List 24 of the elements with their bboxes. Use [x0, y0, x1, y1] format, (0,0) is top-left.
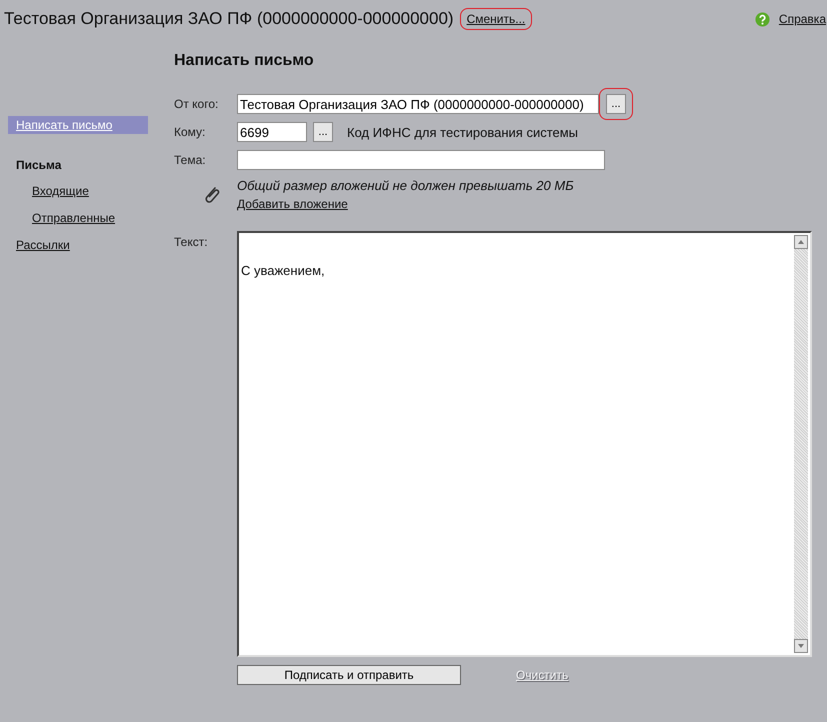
field-label: Текст: — [174, 235, 209, 249]
subject-field[interactable] — [237, 150, 605, 170]
sidebar-link[interactable]: Отправленные — [8, 209, 174, 227]
change-link[interactable]: Сменить... — [460, 8, 532, 30]
sidebar-heading: Письма — [15, 157, 62, 174]
sidebar-link[interactable]: Входящие — [8, 182, 174, 200]
field-label: Тема: — [174, 153, 207, 167]
add-attachment-link[interactable]: Добавить вложение — [237, 197, 348, 211]
scroll-down-icon[interactable] — [794, 639, 808, 653]
form-title: Написать письмо — [174, 52, 315, 70]
sign-and-send-button[interactable]: Подписать и отправить — [237, 665, 461, 685]
browse-button[interactable]: ... — [606, 94, 626, 114]
recipient-field[interactable]: 6699 — [237, 122, 307, 142]
field-label: От кого: — [174, 97, 220, 111]
help-link[interactable]: Справка — [772, 8, 827, 30]
organization-title: Тестовая Организация ЗАО ПФ (0000000000-000000000) — [4, 9, 454, 29]
sender-field[interactable]: Тестовая Организация ЗАО ПФ (0000000000-000000000) — [237, 94, 599, 114]
scroll-up-icon[interactable] — [794, 235, 808, 249]
sidebar-link[interactable]: Рассылки — [8, 236, 148, 254]
field-label: Кому: — [174, 125, 206, 139]
browse-button[interactable]: ... — [313, 122, 333, 142]
help-icon[interactable] — [754, 12, 770, 26]
recipient-note: Код ИФНС для тестирования системы — [347, 124, 578, 140]
attachment-note: Общий размер вложений не должен превышать 20 МБ — [237, 178, 575, 193]
